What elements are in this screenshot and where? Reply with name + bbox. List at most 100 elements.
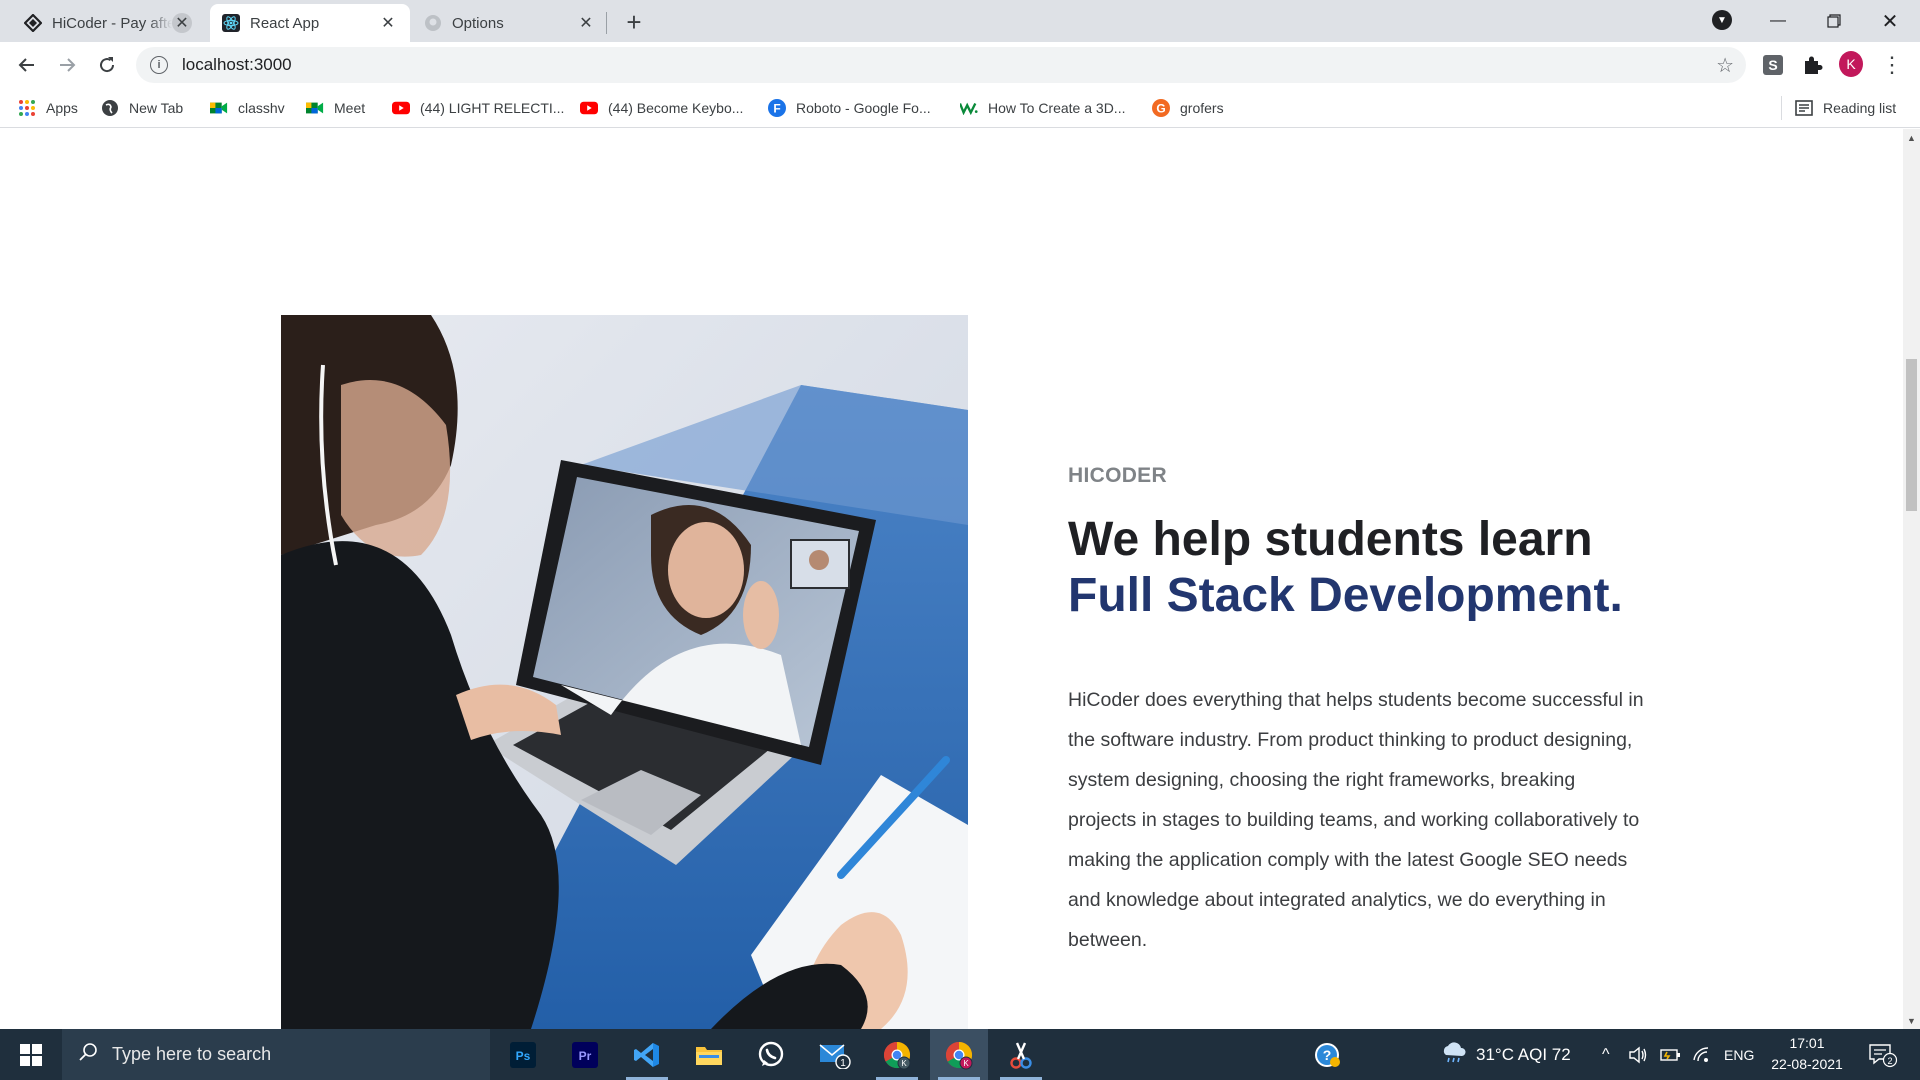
scroll-down-icon[interactable]: ▼	[1903, 1012, 1920, 1029]
webflow-icon	[960, 99, 978, 117]
help-icon[interactable]: ?	[1312, 1029, 1342, 1080]
snipping-tool-icon[interactable]	[992, 1029, 1050, 1080]
new-tab-button[interactable]: +	[620, 7, 648, 37]
tab-hicoder[interactable]: HiCoder - Pay after ✕	[12, 4, 204, 42]
extensions-puzzle-icon[interactable]	[1800, 53, 1824, 77]
bookmark-star-icon[interactable]: ☆	[1716, 53, 1734, 78]
grofers-icon: G	[1152, 99, 1170, 117]
youtube-icon	[580, 99, 598, 117]
bookmark-youtube-light[interactable]: (44) LIGHT RELECTI...	[392, 97, 564, 119]
tab-separator	[606, 12, 607, 34]
svg-text:S: S	[1768, 57, 1777, 73]
svg-text:F: F	[773, 102, 780, 116]
clock[interactable]: 17:01 22-08-2021	[1762, 1033, 1852, 1075]
bookmark-label: Roboto - Google Fo...	[796, 100, 931, 116]
headline-accent: Full Stack Development.	[1068, 569, 1623, 622]
close-tab-icon[interactable]: ✕	[172, 13, 192, 33]
tab-title: HiCoder - Pay after	[52, 14, 172, 32]
google-meet-icon	[210, 99, 228, 117]
tab-title: React App	[250, 14, 320, 32]
scrollbar-thumb[interactable]	[1906, 359, 1917, 511]
restore-button[interactable]	[1806, 0, 1862, 42]
bookmark-label: Meet	[334, 100, 366, 116]
bookmark-label: Apps	[46, 100, 78, 116]
notifications-icon[interactable]: 2	[1868, 1029, 1898, 1080]
bookmark-apps[interactable]: Apps	[18, 97, 78, 119]
close-window-button[interactable]: ✕	[1862, 0, 1918, 42]
notification-count: 2	[1887, 1056, 1892, 1066]
tab-title: Options	[452, 14, 504, 32]
weather-text: 31°C AQI 72	[1476, 1044, 1571, 1064]
bookmark-label: classhv	[238, 100, 285, 116]
chrome-icon[interactable]: K	[868, 1029, 926, 1080]
reading-list-icon	[1795, 99, 1813, 117]
address-bar[interactable]: i localhost:3000 ☆	[136, 47, 1746, 83]
back-button[interactable]	[11, 49, 43, 81]
bookmark-youtube-keyboard[interactable]: (44) Become Keybo...	[580, 97, 743, 119]
tab-strip: HiCoder - Pay after ✕ React App ✕ Option…	[0, 0, 1920, 42]
google-meet-icon	[306, 99, 324, 117]
mail-badge: 1	[840, 1058, 846, 1069]
tab-search-icon[interactable]: ▼	[1712, 10, 1732, 30]
section-headline: We help students learn Full Stack Develo…	[1068, 512, 1668, 624]
bookmarks-separator	[1781, 96, 1782, 120]
google-fonts-icon: F	[768, 99, 786, 117]
svg-text:K: K	[901, 1059, 907, 1068]
start-button[interactable]	[0, 1029, 62, 1080]
weather-widget[interactable]: 31°C AQI 72	[1440, 1029, 1571, 1080]
mail-icon[interactable]: 1	[806, 1029, 864, 1080]
reading-list-button[interactable]: Reading list	[1795, 97, 1896, 119]
volume-icon[interactable]	[1628, 1029, 1648, 1080]
scroll-up-icon[interactable]: ▲	[1903, 129, 1920, 146]
language-indicator[interactable]: ENG	[1724, 1029, 1754, 1080]
chrome-icon[interactable]: K	[930, 1029, 988, 1080]
forward-button[interactable]	[51, 49, 83, 81]
weather-icon	[1440, 1041, 1468, 1068]
vscode-icon[interactable]	[618, 1029, 676, 1080]
profile-avatar[interactable]: K	[1839, 51, 1863, 77]
wifi-icon[interactable]	[1692, 1029, 1712, 1080]
bookmark-label: How To Create a 3D...	[988, 100, 1126, 116]
windows-logo-icon	[20, 1043, 42, 1066]
react-favicon-icon	[222, 14, 240, 32]
hicoder-favicon-icon	[24, 14, 42, 32]
file-explorer-icon[interactable]	[680, 1029, 738, 1080]
bookmark-classhv[interactable]: classhv	[210, 97, 285, 119]
github-favicon-icon	[424, 14, 442, 32]
tab-options[interactable]: Options ✕	[412, 4, 608, 42]
bookmark-meet[interactable]: Meet	[306, 97, 365, 119]
clock-time: 17:01	[1789, 1035, 1825, 1051]
svg-text:G: G	[1156, 102, 1165, 116]
page-viewport: HICODER We help students learn Full Stac…	[0, 129, 1920, 1029]
windows-taskbar: Type here to search Ps Pr 1 K K ? 31°C A…	[0, 1029, 1920, 1080]
browser-menu-icon[interactable]: ⋮	[1880, 52, 1904, 77]
battery-icon[interactable]	[1660, 1029, 1682, 1080]
bookmark-new-tab[interactable]: New Tab	[101, 97, 183, 119]
whatsapp-icon[interactable]	[742, 1029, 800, 1080]
close-tab-icon[interactable]: ✕	[576, 13, 596, 33]
bookmarks-bar: Apps New Tab classhv Meet (44) LIGHT REL…	[0, 88, 1920, 128]
bookmark-roboto[interactable]: F Roboto - Google Fo...	[768, 97, 931, 119]
bookmark-label: New Tab	[129, 100, 184, 116]
tab-react-app[interactable]: React App ✕	[210, 4, 410, 42]
premiere-icon[interactable]: Pr	[556, 1029, 614, 1080]
extension-s-icon[interactable]: S	[1761, 53, 1785, 77]
bookmark-label: grofers	[1180, 100, 1224, 116]
bookmark-grofers[interactable]: G grofers	[1152, 97, 1224, 119]
show-hidden-icons[interactable]: ^	[1602, 1029, 1610, 1080]
about-section: HICODER We help students learn Full Stac…	[1068, 464, 1668, 960]
section-body: HiCoder does everything that helps stude…	[1068, 689, 1644, 951]
taskbar-search[interactable]: Type here to search	[62, 1029, 490, 1080]
svg-text:Pr: Pr	[579, 1049, 592, 1063]
svg-text:Ps: Ps	[516, 1049, 531, 1063]
reload-button[interactable]	[91, 49, 123, 81]
address-url: localhost:3000	[182, 55, 292, 74]
photoshop-icon[interactable]: Ps	[494, 1029, 552, 1080]
minimize-button[interactable]: ―	[1750, 0, 1806, 42]
page-scrollbar[interactable]: ▲ ▼	[1903, 129, 1920, 1029]
bookmark-3d[interactable]: How To Create a 3D...	[960, 97, 1125, 119]
site-info-icon[interactable]: i	[150, 56, 168, 74]
browser-toolbar: i localhost:3000 ☆ S K ⋮	[0, 42, 1920, 88]
close-tab-icon[interactable]: ✕	[378, 13, 398, 33]
svg-text:K: K	[963, 1059, 969, 1068]
